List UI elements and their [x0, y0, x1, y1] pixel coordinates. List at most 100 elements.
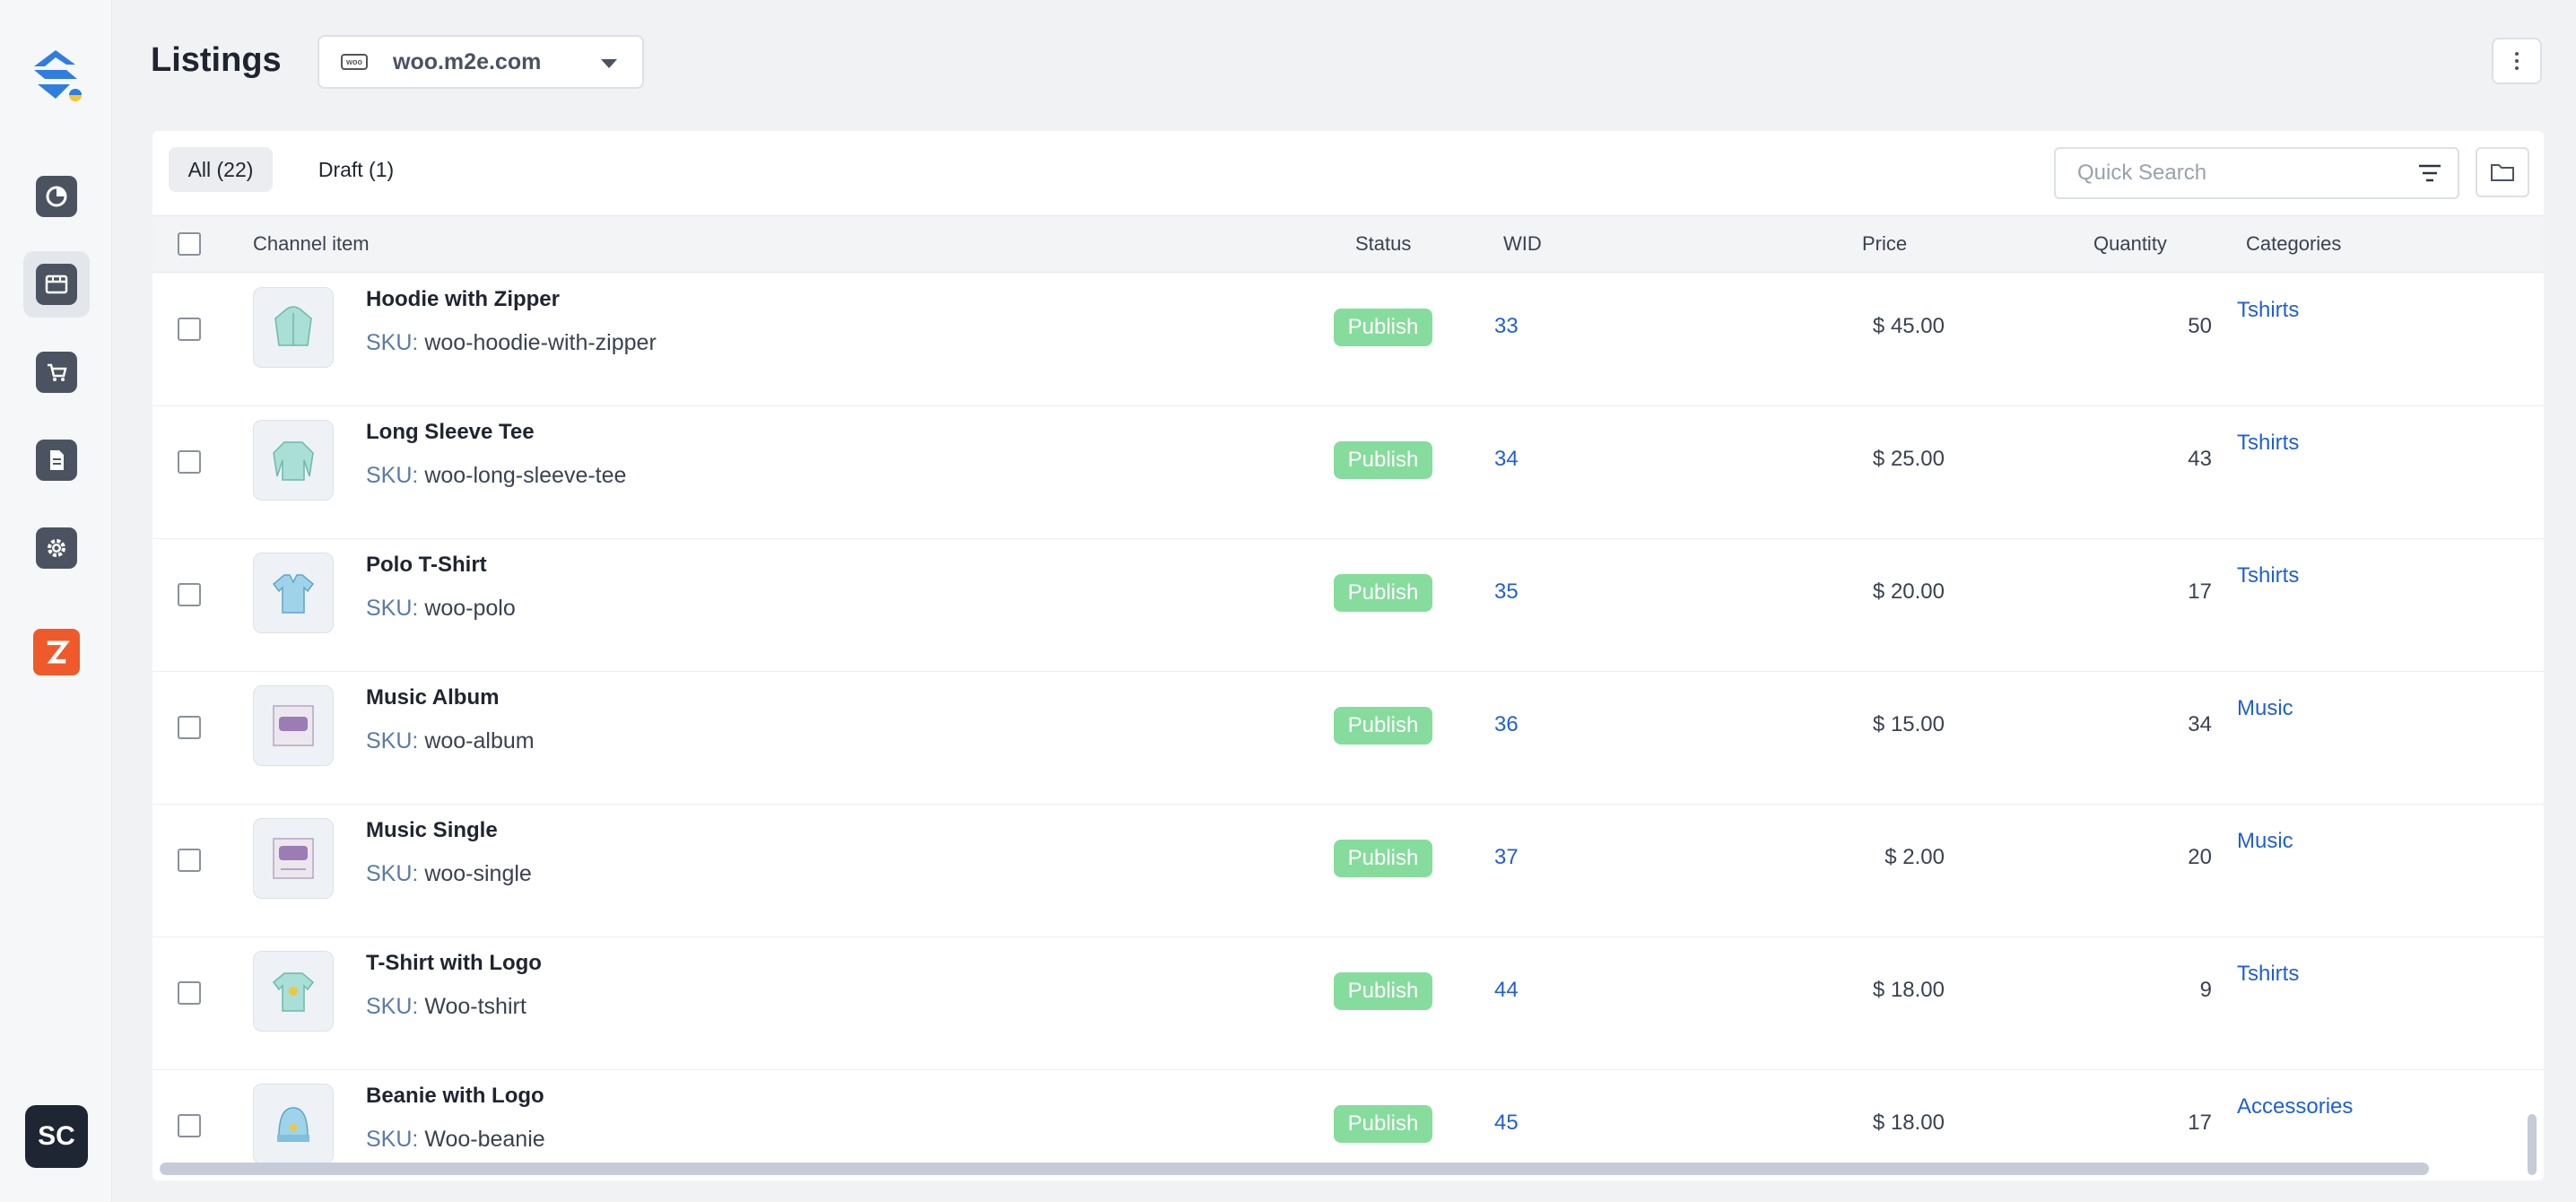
row-checkbox[interactable] — [178, 716, 201, 739]
wid-link[interactable]: 44 — [1494, 978, 1519, 1003]
sku-value: Woo-beanie — [424, 1127, 545, 1152]
chevron-down-icon — [601, 59, 617, 68]
column-header-quantity[interactable]: Quantity — [2093, 232, 2167, 256]
table-row[interactable]: Music Single SKU: woo-single Publish 37 … — [152, 804, 2544, 937]
column-header-categories: Categories — [2246, 232, 2342, 255]
sku-label: SKU: — [366, 330, 419, 355]
table-row[interactable]: Long Sleeve Tee SKU: woo-long-sleeve-tee… — [152, 405, 2544, 539]
nav-dashboard[interactable] — [23, 163, 90, 230]
category-link[interactable]: Music — [2237, 829, 2293, 854]
tab-all[interactable]: All (22) — [169, 147, 273, 192]
item-name[interactable]: Beanie with Logo — [366, 1084, 544, 1109]
category-link[interactable]: Tshirts — [2237, 298, 2299, 323]
app-logo[interactable] — [25, 43, 88, 106]
listings-card: All (22) Draft (1) Channel item Status W… — [152, 131, 2544, 1180]
row-checkbox[interactable] — [178, 583, 201, 606]
item-name[interactable]: Music Single — [366, 818, 498, 843]
polo-shirt-icon — [272, 574, 315, 614]
nav-logs[interactable] — [23, 427, 90, 493]
document-icon — [36, 440, 77, 481]
column-header-wid[interactable]: WID — [1503, 232, 1542, 256]
brand-z-icon — [33, 629, 80, 675]
sku-label: SKU: — [366, 463, 419, 488]
wid-link[interactable]: 35 — [1494, 579, 1519, 605]
item-name[interactable]: Hoodie with Zipper — [366, 287, 560, 312]
kebab-dot — [2515, 52, 2519, 56]
wid-link[interactable]: 45 — [1494, 1111, 1519, 1136]
status-badge: Publish — [1334, 972, 1432, 1010]
row-checkbox[interactable] — [178, 318, 201, 341]
nav-brand-app[interactable] — [23, 619, 90, 685]
category-link[interactable]: Tshirts — [2237, 962, 2299, 987]
kebab-dot — [2515, 66, 2519, 70]
more-options-button[interactable] — [2492, 38, 2542, 84]
single-cover-icon — [273, 838, 314, 879]
item-sku: SKU: woo-long-sleeve-tee — [366, 463, 626, 489]
product-thumbnail — [253, 420, 334, 501]
kebab-dot — [2515, 59, 2519, 63]
store-selector[interactable]: woo woo.m2e.com — [318, 35, 644, 89]
store-name: woo.m2e.com — [393, 48, 542, 74]
wid-link[interactable]: 33 — [1494, 314, 1519, 339]
table-row[interactable]: Music Album SKU: woo-album Publish 36 $ … — [152, 671, 2544, 805]
quantity: 20 — [2188, 845, 2212, 869]
quantity: 34 — [2188, 712, 2212, 736]
user-avatar[interactable]: SC — [25, 1105, 88, 1168]
table-row[interactable]: Hoodie with Zipper SKU: woo-hoodie-with-… — [152, 273, 2544, 406]
t-shirt-icon — [272, 972, 315, 1012]
nav-orders[interactable] — [23, 339, 90, 405]
wid-link[interactable]: 37 — [1494, 845, 1519, 870]
woocommerce-icon: woo — [341, 54, 368, 70]
select-all-checkbox[interactable] — [178, 232, 201, 256]
horizontal-scrollbar[interactable] — [160, 1163, 2429, 1175]
price: $ 20.00 — [1872, 579, 1945, 604]
nav-settings[interactable] — [23, 515, 90, 581]
item-name[interactable]: Polo T-Shirt — [366, 553, 487, 578]
pie-chart-icon — [36, 176, 77, 217]
hoodie-icon — [274, 306, 312, 346]
category-link[interactable]: Tshirts — [2237, 431, 2299, 456]
search-input[interactable] — [2076, 160, 2416, 187]
product-thumbnail — [253, 287, 334, 368]
status-badge: Publish — [1334, 1105, 1432, 1143]
sku-label: SKU: — [366, 861, 419, 886]
sku-label: SKU: — [366, 728, 419, 753]
column-header-price[interactable]: Price — [1862, 232, 1907, 256]
row-checkbox[interactable] — [178, 849, 201, 872]
quantity: 17 — [2188, 1111, 2212, 1135]
filter-icon[interactable] — [2416, 162, 2443, 184]
product-thumbnail — [253, 1084, 334, 1164]
row-checkbox[interactable] — [178, 450, 201, 474]
row-checkbox[interactable] — [178, 1114, 201, 1137]
category-link[interactable]: Tshirts — [2237, 563, 2299, 588]
page-title: Listings — [151, 41, 282, 79]
sku-label: SKU: — [366, 994, 419, 1019]
item-name[interactable]: Music Album — [366, 685, 499, 710]
table-header: Channel item Status WID Price Quantity C… — [152, 215, 2544, 273]
vertical-scrollbar[interactable] — [2528, 1114, 2537, 1175]
status-badge: Publish — [1334, 441, 1432, 479]
wid-link[interactable]: 34 — [1494, 447, 1519, 472]
item-sku: SKU: Woo-beanie — [366, 1127, 545, 1153]
price: $ 15.00 — [1872, 712, 1945, 736]
wid-link[interactable]: 36 — [1494, 712, 1519, 737]
item-sku: SKU: woo-single — [366, 861, 532, 887]
beanie-icon — [277, 1107, 309, 1142]
tab-draft[interactable]: Draft (1) — [283, 147, 429, 192]
quantity: 17 — [2188, 579, 2212, 604]
item-name[interactable]: Long Sleeve Tee — [366, 420, 535, 445]
row-checkbox[interactable] — [178, 981, 201, 1005]
table-row[interactable]: Polo T-Shirt SKU: woo-polo Publish 35 $ … — [152, 538, 2544, 672]
nav-listings[interactable] — [23, 251, 90, 318]
table-row[interactable]: T-Shirt with Logo SKU: Woo-tshirt Publis… — [152, 936, 2544, 1070]
folder-button[interactable] — [2476, 147, 2529, 197]
gear-icon — [36, 527, 77, 569]
column-header-status[interactable]: Status — [1355, 232, 1411, 256]
item-name[interactable]: T-Shirt with Logo — [366, 951, 542, 976]
price: $ 18.00 — [1872, 1111, 1945, 1135]
item-sku: SKU: woo-hoodie-with-zipper — [366, 330, 657, 356]
category-link[interactable]: Accessories — [2237, 1094, 2353, 1119]
product-thumbnail — [253, 685, 334, 766]
price: $ 18.00 — [1872, 978, 1945, 1002]
category-link[interactable]: Music — [2237, 696, 2293, 721]
